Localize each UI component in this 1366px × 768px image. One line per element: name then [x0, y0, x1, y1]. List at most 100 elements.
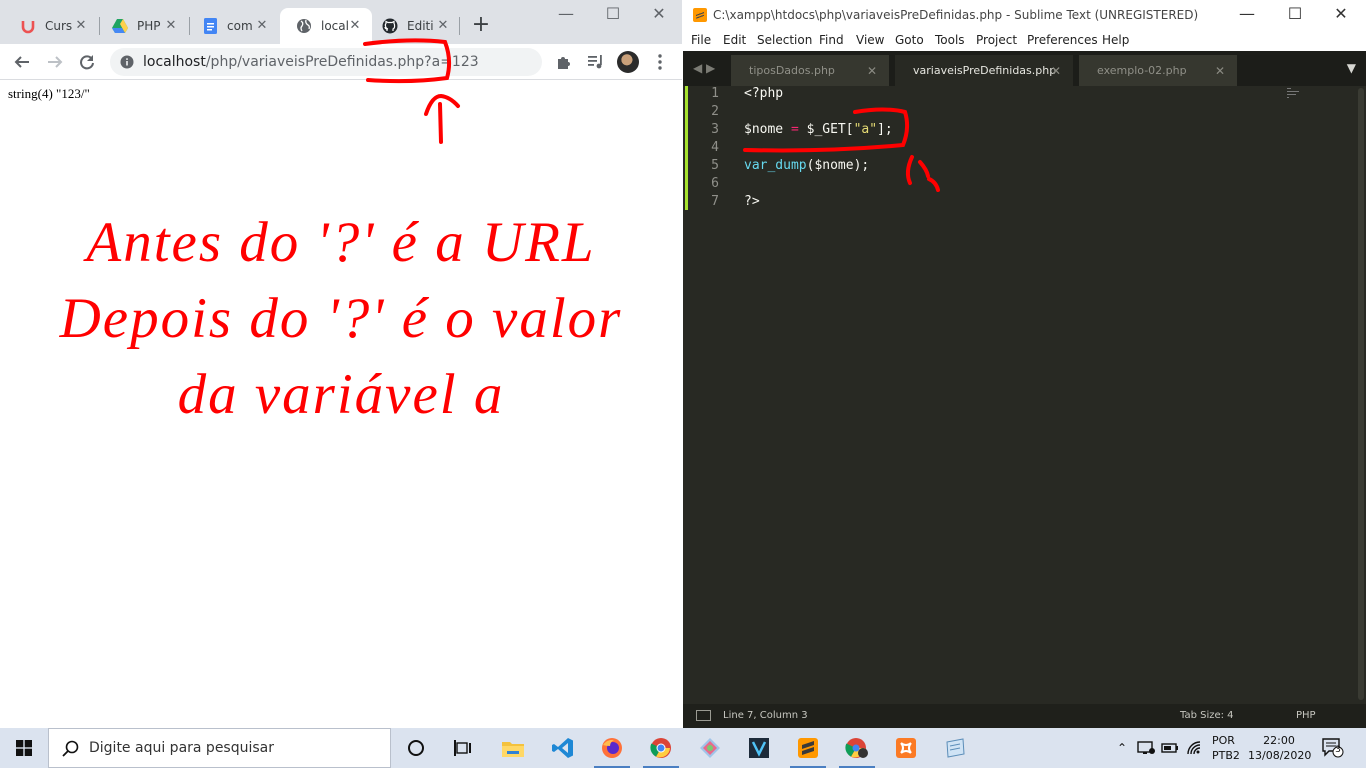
menu-selection[interactable]: Selection [757, 33, 812, 47]
url-text: localhost/php/variaveisPreDefinidas.php?… [143, 54, 479, 70]
tab-title: PHP [137, 19, 161, 33]
tab-github[interactable]: Editi ✕ [366, 8, 460, 44]
tab-title: Editi [407, 19, 434, 33]
close-icon[interactable]: ✕ [255, 19, 269, 33]
menu-file[interactable]: File [691, 33, 711, 47]
chrome-tab-bar: Curs ✕ PHP ✕ com ✕ local ✕ Editi ✕ + — ☐… [0, 0, 682, 44]
menu-help[interactable]: Help [1102, 33, 1129, 47]
address-bar[interactable]: localhost/php/variaveisPreDefinidas.php?… [110, 48, 542, 76]
google-drive-icon [112, 18, 128, 34]
syntax-mode[interactable]: PHP [1296, 710, 1316, 721]
sublime-text-icon[interactable] [784, 728, 832, 768]
menu-goto[interactable]: Goto [895, 33, 924, 47]
editor-tab-tiposdados[interactable]: tiposDados.php ✕ [731, 55, 889, 86]
tab-curso[interactable]: Curs ✕ [4, 8, 98, 44]
extensions-icon[interactable] [554, 52, 574, 72]
notification-count: 3 [1335, 745, 1341, 755]
new-tab-button[interactable]: + [468, 13, 494, 39]
menu-find[interactable]: Find [819, 33, 844, 47]
menu-project[interactable]: Project [976, 33, 1017, 47]
tab-php[interactable]: PHP ✕ [96, 8, 188, 44]
google-docs-icon [202, 18, 218, 34]
taskbar-search-box[interactable]: Digite aqui para pesquisar [48, 728, 391, 768]
profile-avatar[interactable] [617, 51, 639, 73]
panel-toggle-icon[interactable] [696, 710, 711, 721]
code-operator: = [790, 122, 799, 137]
windows-taskbar: Digite aqui para pesquisar ⌃ POR PTB2 22… [0, 728, 1366, 768]
battery-icon[interactable] [1161, 739, 1179, 757]
close-icon[interactable]: ✕ [1051, 64, 1061, 78]
globe-icon [296, 18, 312, 34]
handwritten-annotation: Antes do '?' é a URL Depois do '?' é o v… [0, 205, 682, 433]
maximize-button[interactable]: ☐ [599, 4, 627, 26]
minimize-button[interactable]: — [1233, 4, 1261, 26]
notes-app-icon[interactable] [931, 728, 979, 768]
tab-title: com [227, 19, 253, 33]
code-line: $nome = $_GET["a"]; [744, 122, 893, 137]
menu-edit[interactable]: Edit [723, 33, 746, 47]
system-clock[interactable]: 22:00 13/08/2020 [1248, 733, 1311, 763]
chrome-profile-icon[interactable] [833, 728, 881, 768]
chrome-icon[interactable] [637, 728, 685, 768]
vim-icon[interactable] [735, 728, 783, 768]
sublime-window: C:\xampp\htdocs\php\variaveisPreDefinida… [683, 0, 1366, 728]
windows-logo-icon [16, 740, 32, 756]
start-button[interactable] [0, 728, 48, 768]
url-path: /php/variaveisPreDefinidas.php?a=123 [205, 54, 479, 70]
close-icon[interactable]: ✕ [74, 19, 88, 33]
tab-docs[interactable]: com ✕ [186, 8, 279, 44]
close-icon[interactable]: ✕ [1215, 64, 1225, 78]
editor-tab-bar: ◀ ▶ tiposDados.php ✕ variaveisPreDefinid… [683, 51, 1366, 86]
xampp-icon[interactable] [882, 728, 930, 768]
menu-preferences[interactable]: Preferences [1027, 33, 1098, 47]
tab-localhost[interactable]: local ✕ [280, 8, 372, 44]
minimap[interactable] [1287, 88, 1303, 98]
tab-size[interactable]: Tab Size: 4 [1180, 710, 1234, 721]
line-number: 6 [711, 176, 719, 191]
close-icon[interactable]: ✕ [436, 19, 450, 33]
sublime-logo-icon [693, 8, 707, 22]
close-window-button[interactable]: ✕ [1327, 4, 1355, 26]
firefox-icon[interactable] [588, 728, 636, 768]
maximize-button[interactable]: ☐ [1281, 4, 1309, 26]
git-kraken-icon[interactable] [686, 728, 734, 768]
code-line: var_dump($nome); [744, 158, 869, 173]
reload-button[interactable] [73, 48, 101, 76]
minimize-button[interactable]: — [552, 4, 580, 26]
notification-center-icon[interactable]: 3 [1322, 738, 1344, 758]
network-monitor-icon[interactable] [1137, 739, 1155, 757]
editor-tab-exemplo[interactable]: exemplo-02.php ✕ [1079, 55, 1237, 86]
media-control-icon[interactable] [586, 52, 606, 72]
modified-lines-indicator [685, 86, 688, 210]
file-explorer-icon[interactable] [489, 728, 537, 768]
code-editor[interactable]: 1 2 3 4 5 6 7 <?php $nome = $_GET["a"]; … [683, 86, 1366, 704]
wifi-icon[interactable] [1186, 739, 1204, 757]
github-icon [382, 18, 398, 34]
forward-button[interactable] [41, 48, 69, 76]
site-info-icon[interactable] [120, 55, 134, 73]
cortana-icon[interactable] [392, 728, 440, 768]
close-icon[interactable]: ✕ [164, 19, 178, 33]
line-number: 2 [711, 104, 719, 119]
menu-dots-icon[interactable] [650, 52, 670, 72]
back-button[interactable] [8, 48, 36, 76]
vertical-scrollbar[interactable] [1358, 88, 1364, 700]
close-window-button[interactable]: ✕ [645, 4, 673, 26]
input-language[interactable]: POR PTB2 [1212, 733, 1240, 763]
arrow-left-icon [14, 56, 29, 68]
tab-nav-arrows-icon[interactable]: ◀ ▶ [693, 61, 715, 75]
menu-view[interactable]: View [856, 33, 884, 47]
tab-dropdown-icon[interactable]: ▼ [1347, 61, 1356, 75]
chrome-toolbar: localhost/php/variaveisPreDefinidas.php?… [0, 44, 682, 80]
close-icon[interactable]: ✕ [867, 64, 877, 78]
editor-tab-variaveis[interactable]: variaveisPreDefinidas.php ✕ [895, 55, 1073, 86]
udemy-icon [20, 18, 36, 34]
vscode-icon[interactable] [539, 728, 587, 768]
close-icon[interactable]: ✕ [348, 19, 362, 33]
menu-tools[interactable]: Tools [935, 33, 965, 47]
line-number: 5 [711, 158, 719, 173]
task-view-icon[interactable] [440, 728, 488, 768]
line-number: 1 [711, 86, 719, 101]
chevron-up-icon[interactable]: ⌃ [1113, 739, 1131, 757]
code-string: "a" [853, 122, 878, 137]
